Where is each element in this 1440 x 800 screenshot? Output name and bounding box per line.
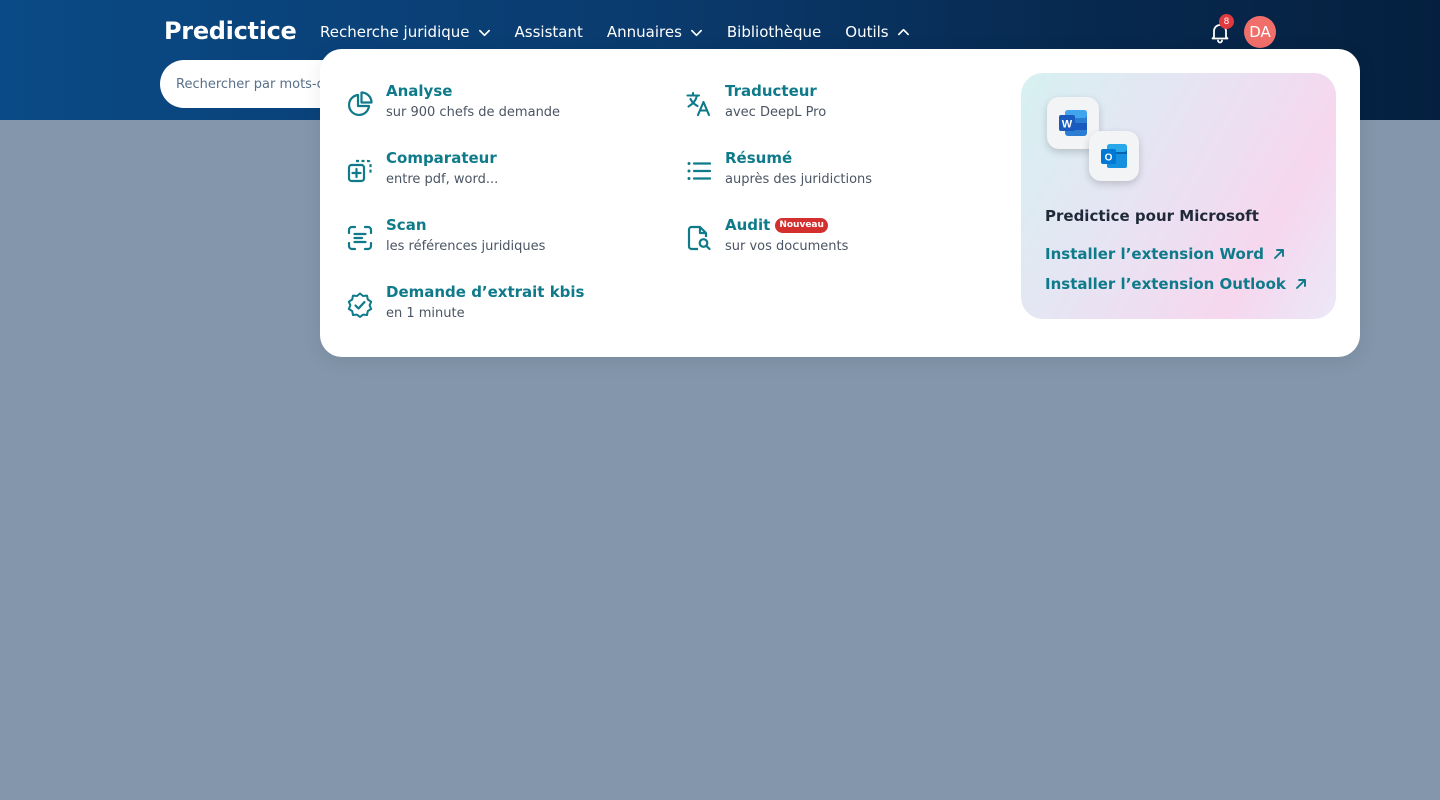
svg-text:O: O: [1105, 153, 1113, 164]
chevron-up-icon: [897, 28, 909, 35]
nav-label: Annuaires: [606, 23, 682, 41]
install-word-label: Installer l’extension Word: [1045, 245, 1264, 263]
chevron-down-icon: [478, 29, 490, 36]
brand-logo[interactable]: Predictice: [164, 17, 297, 45]
translate-icon: [685, 90, 713, 118]
tool-resume[interactable]: Résumé auprès des juridictions: [685, 148, 872, 188]
tool-subtitle: auprès des juridictions: [725, 172, 873, 187]
arrow-up-right-icon: [1295, 279, 1306, 289]
outlook-icon: O: [1089, 131, 1139, 181]
nav-label: Bibliothèque: [726, 23, 822, 41]
tool-subtitle: avec DeepL Pro: [725, 105, 827, 120]
nav-annuaires[interactable]: Annuaires: [607, 22, 703, 42]
microsoft-card: W O Predictice pour Microsoft Installer …: [1021, 73, 1336, 319]
pie-chart-icon: [346, 90, 374, 118]
chevron-down-icon: [690, 29, 702, 36]
tool-kbis[interactable]: Demande d’extrait kbis en 1 minute: [346, 282, 584, 322]
nav-outils[interactable]: Outils: [845, 22, 909, 42]
nav-bibliotheque[interactable]: Bibliothèque: [727, 22, 821, 42]
tool-title: Résumé: [725, 149, 793, 167]
tool-title: Audit Nouveau: [725, 215, 848, 235]
arrow-up-right-icon: [1274, 249, 1284, 259]
tool-title: Scan: [386, 216, 427, 234]
tool-title-text: Audit: [725, 216, 771, 234]
tool-comparateur[interactable]: Comparateur entre pdf, word...: [346, 148, 498, 188]
badge-check-icon: [346, 291, 374, 319]
outils-dropdown: Analyse sur 900 chefs de demande Compara…: [320, 49, 1360, 357]
tool-subtitle: en 1 minute: [386, 306, 465, 321]
tool-subtitle: entre pdf, word...: [386, 172, 499, 187]
install-outlook-link[interactable]: Installer l’extension Outlook: [1045, 275, 1308, 293]
install-word-link[interactable]: Installer l’extension Word: [1045, 245, 1286, 263]
tool-scan[interactable]: Scan les références juridiques: [346, 215, 545, 255]
user-avatar[interactable]: DA: [1244, 16, 1276, 48]
nav-label: Recherche juridique: [320, 23, 470, 41]
tool-subtitle: les références juridiques: [386, 239, 546, 254]
tool-title: Comparateur: [386, 149, 497, 167]
tool-subtitle: sur 900 chefs de demande: [386, 105, 561, 120]
notification-badge: 8: [1219, 14, 1234, 29]
nav-label: Outils: [845, 23, 889, 41]
tool-subtitle: sur vos documents: [725, 239, 849, 254]
install-outlook-label: Installer l’extension Outlook: [1045, 275, 1286, 293]
compare-icon: [346, 157, 374, 185]
new-badge: Nouveau: [775, 217, 828, 233]
tool-title: Analyse: [386, 82, 453, 100]
tool-title: Demande d’extrait kbis: [386, 283, 585, 301]
nav-recherche-juridique[interactable]: Recherche juridique: [320, 22, 491, 42]
tool-analyse[interactable]: Analyse sur 900 chefs de demande: [346, 81, 560, 121]
file-search-icon: [685, 224, 713, 252]
tool-audit[interactable]: Audit Nouveau sur vos documents: [685, 215, 848, 255]
list-icon: [685, 157, 713, 185]
nav-assistant[interactable]: Assistant: [515, 22, 583, 42]
tool-title: Traducteur: [725, 82, 817, 100]
microsoft-card-title: Predictice pour Microsoft: [1045, 207, 1259, 225]
scan-text-icon: [346, 224, 374, 252]
nav-label: Assistant: [514, 23, 583, 41]
svg-text:W: W: [1062, 119, 1073, 131]
tool-traducteur[interactable]: Traducteur avec DeepL Pro: [685, 81, 826, 121]
main-nav: Recherche juridique Assistant Annuaires …: [320, 22, 910, 42]
